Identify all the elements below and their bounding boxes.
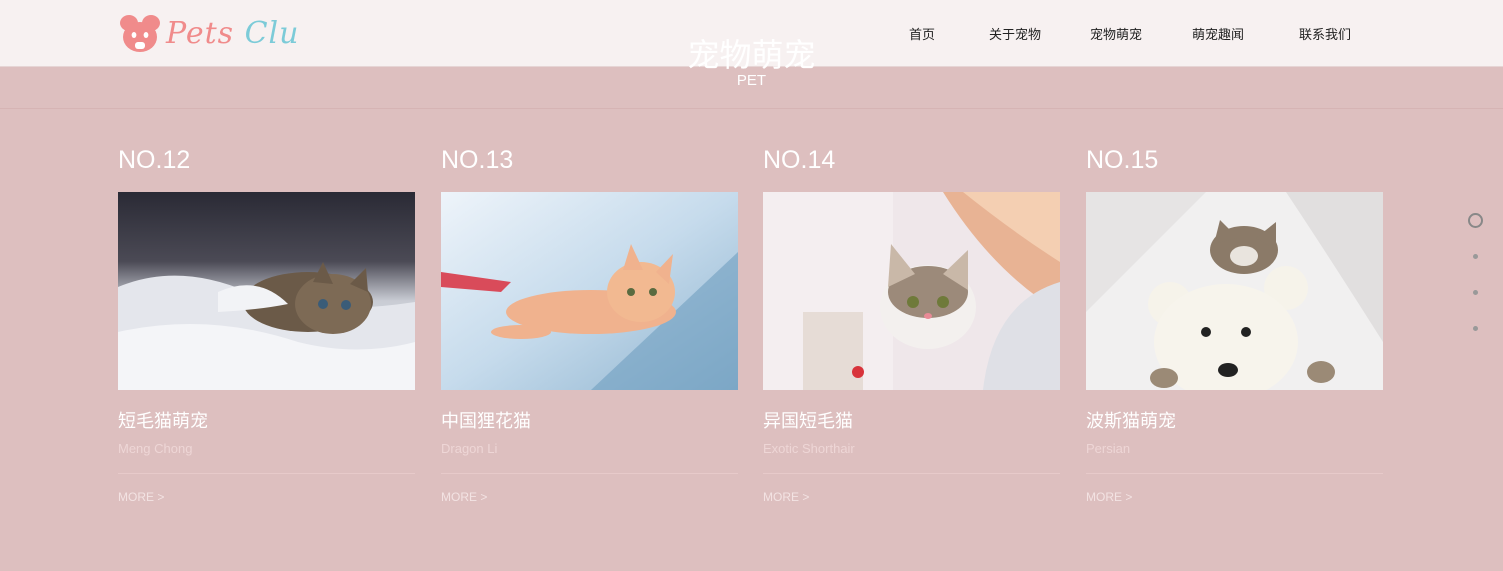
card-number: NO.12 — [118, 146, 191, 174]
more-link[interactable]: MORE > — [763, 490, 1060, 504]
pager-dot[interactable] — [1473, 254, 1478, 259]
section-pager — [1466, 211, 1486, 341]
persian-cat-image[interactable] — [1086, 192, 1383, 390]
card-number: NO.13 — [441, 146, 514, 174]
pet-card: NO.12 短毛猫萌宠 Meng Chong MORE > — [118, 145, 415, 504]
card-divider — [118, 473, 415, 474]
card-number: NO.15 — [1086, 146, 1159, 174]
pet-card: NO.14 异国短毛猫 Exotic Shorthair MORE > — [763, 145, 1060, 504]
card-subtitle: Persian — [1086, 441, 1131, 456]
section-title: 宠物萌宠 — [687, 36, 816, 74]
card-title: 中国狸花猫 — [441, 411, 531, 432]
card-subtitle: Dragon Li — [441, 441, 498, 456]
orange-cat-image[interactable] — [441, 192, 738, 390]
card-subtitle: Exotic Shorthair — [763, 441, 855, 456]
section-subtitle: PET — [736, 72, 767, 89]
pet-card: NO.15 波斯猫萌宠 Persian MORE > — [1086, 145, 1383, 504]
pet-card: NO.13 中国狸花猫 Dragon Li MORE > — [441, 145, 738, 504]
card-divider — [441, 473, 738, 474]
card-subtitle: Meng Chong — [118, 441, 193, 456]
pager-dot[interactable] — [1473, 326, 1478, 331]
kitten-on-bed-image[interactable] — [118, 192, 415, 390]
card-divider — [1086, 473, 1383, 474]
card-divider — [763, 473, 1060, 474]
more-link[interactable]: MORE > — [1086, 490, 1383, 504]
exotic-shorthair-image[interactable] — [763, 192, 1060, 390]
more-link[interactable]: MORE > — [441, 490, 738, 504]
card-title: 异国短毛猫 — [763, 411, 853, 432]
card-number: NO.14 — [763, 146, 836, 174]
pager-dot[interactable] — [1473, 290, 1478, 295]
more-link[interactable]: MORE > — [118, 490, 415, 504]
card-title: 波斯猫萌宠 — [1086, 411, 1176, 432]
section-divider — [0, 108, 1503, 109]
card-title: 短毛猫萌宠 — [118, 411, 208, 432]
pager-dot-active[interactable] — [1468, 213, 1483, 228]
